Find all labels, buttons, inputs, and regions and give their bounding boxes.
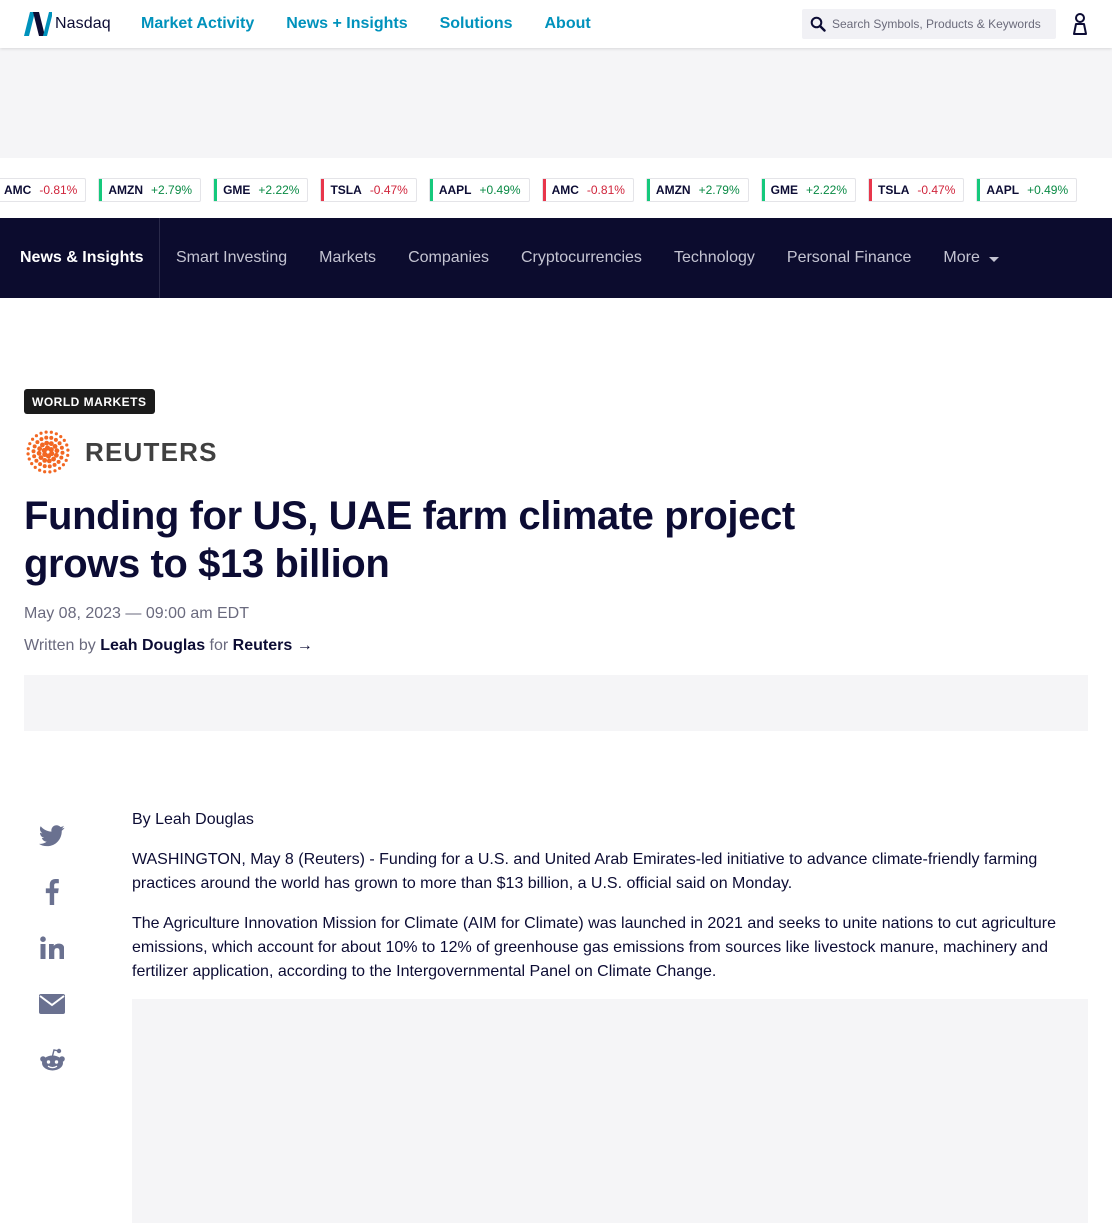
source-logo: REUTERS	[24, 429, 218, 475]
article-date: May 08, 2023 — 09:00 am EDT	[24, 605, 249, 622]
linkedin-icon	[40, 936, 64, 959]
share-email-button[interactable]	[38, 990, 66, 1018]
ticker-change: -0.47%	[369, 183, 408, 197]
section-link-technology[interactable]: Technology	[674, 249, 755, 267]
category-badge[interactable]: WORLD MARKETS	[24, 389, 155, 414]
ticker-symbol: GME	[770, 183, 798, 197]
ticker-change: -0.47%	[917, 183, 956, 197]
ticker-change: +0.49%	[479, 183, 521, 197]
stock-ticker: AMC -0.81% AMZN +2.79% GME +2.22% TSLA -0.47% AA…	[0, 158, 1112, 218]
ticker-item[interactable]: AMC -0.81%	[541, 178, 634, 202]
section-nav-links: Smart Investing Markets Companies Crypto…	[176, 218, 999, 298]
ad-banner-inline	[132, 999, 1088, 1223]
ticker-symbol: GME	[223, 183, 251, 197]
ticker-change: -0.81%	[586, 183, 625, 197]
ticker-item[interactable]: GME +2.22%	[213, 178, 309, 202]
ticker-item[interactable]: AMZN +2.79%	[645, 178, 749, 202]
section-link-smart-investing[interactable]: Smart Investing	[176, 249, 287, 267]
user-account-icon[interactable]	[1072, 13, 1088, 35]
ticker-item[interactable]: TSLA -0.47%	[868, 178, 965, 202]
nasdaq-logo-icon	[24, 12, 52, 36]
ticker-symbol: TSLA	[878, 183, 910, 197]
section-nav: News & Insights Smart Investing Markets …	[0, 218, 1112, 298]
ticker-symbol: AMC	[4, 183, 32, 197]
section-link-personal-finance[interactable]: Personal Finance	[787, 249, 912, 267]
nav-solutions[interactable]: Solutions	[440, 15, 513, 33]
facebook-icon	[45, 879, 59, 905]
ticker-item[interactable]: AAPL +0.49%	[428, 178, 530, 202]
share-facebook-button[interactable]	[38, 878, 66, 906]
ticker-symbol: AAPL	[438, 183, 472, 197]
ticker-symbol: AMZN	[108, 183, 144, 197]
source-link[interactable]: Reuters →	[233, 637, 313, 654]
logo-text: Nasdaq	[55, 15, 111, 32]
ad-banner-top	[0, 48, 1112, 158]
article-paragraph: The Agriculture Innovation Mission for C…	[132, 915, 1057, 980]
top-header: Nasdaq Market Activity News + Insights S…	[0, 0, 1112, 48]
ticker-change: +0.49%	[1027, 183, 1069, 197]
ticker-change: +2.79%	[698, 183, 740, 197]
byline: Written by Leah Douglas for Reuters →	[24, 637, 313, 655]
share-linkedin-button[interactable]	[38, 934, 66, 962]
section-link-markets[interactable]: Markets	[319, 249, 376, 267]
share-twitter-button[interactable]	[38, 822, 66, 850]
reddit-icon	[39, 1048, 65, 1071]
ticker-change: +2.22%	[258, 183, 300, 197]
ticker-change: +2.79%	[151, 183, 193, 197]
ad-banner-middle	[24, 675, 1088, 731]
ticker-track: AMC -0.81% AMZN +2.79% GME +2.22% TSLA -0.47% AA…	[0, 178, 1089, 202]
article-headline: Funding for US, UAE farm climate project…	[24, 494, 795, 586]
share-reddit-button[interactable]	[38, 1046, 66, 1074]
reuters-logo-icon	[26, 430, 70, 474]
ticker-symbol: AMC	[551, 183, 579, 197]
nav-news-insights[interactable]: News + Insights	[286, 15, 407, 33]
twitter-icon	[39, 825, 65, 847]
source-logo-text: REUTERS	[85, 436, 218, 467]
ticker-symbol: AAPL	[986, 183, 1020, 197]
search-input[interactable]	[832, 17, 1052, 31]
search-icon	[810, 16, 826, 32]
ticker-item[interactable]: AAPL +0.49%	[976, 178, 1078, 202]
more-dropdown[interactable]: More	[943, 249, 999, 267]
byline-for: for	[209, 637, 229, 654]
ticker-item[interactable]: AMZN +2.79%	[98, 178, 202, 202]
article-paragraph: By Leah Douglas	[132, 811, 254, 828]
article-body: By Leah Douglas WASHINGTON, May 8 (Reute…	[132, 808, 1088, 1000]
share-bar	[38, 822, 66, 1102]
ticker-symbol: TSLA	[330, 183, 362, 197]
author-link[interactable]: Leah Douglas	[100, 637, 205, 654]
main-nav: Market Activity News + Insights Solution…	[141, 0, 623, 48]
more-label: More	[943, 249, 980, 266]
email-icon	[39, 994, 65, 1014]
ticker-item[interactable]: GME +2.22%	[760, 178, 857, 202]
section-link-companies[interactable]: Companies	[408, 249, 489, 267]
byline-prefix: Written by	[24, 637, 96, 654]
ticker-symbol: AMZN	[655, 183, 691, 197]
nav-about[interactable]: About	[545, 15, 591, 33]
section-link-cryptocurrencies[interactable]: Cryptocurrencies	[521, 249, 642, 267]
ticker-change: +2.22%	[805, 183, 848, 197]
chevron-down-icon	[988, 256, 999, 262]
nav-market-activity[interactable]: Market Activity	[141, 15, 254, 33]
nasdaq-logo[interactable]: Nasdaq	[24, 12, 111, 36]
section-nav-brand[interactable]: News & Insights	[0, 218, 160, 298]
search-box[interactable]	[802, 9, 1056, 39]
ticker-change: -0.81%	[39, 183, 78, 197]
ticker-item[interactable]: TSLA -0.47%	[320, 178, 417, 202]
article-paragraph: WASHINGTON, May 8 (Reuters) - Funding fo…	[132, 851, 1038, 892]
ticker-item[interactable]: AMC -0.81%	[0, 178, 87, 202]
